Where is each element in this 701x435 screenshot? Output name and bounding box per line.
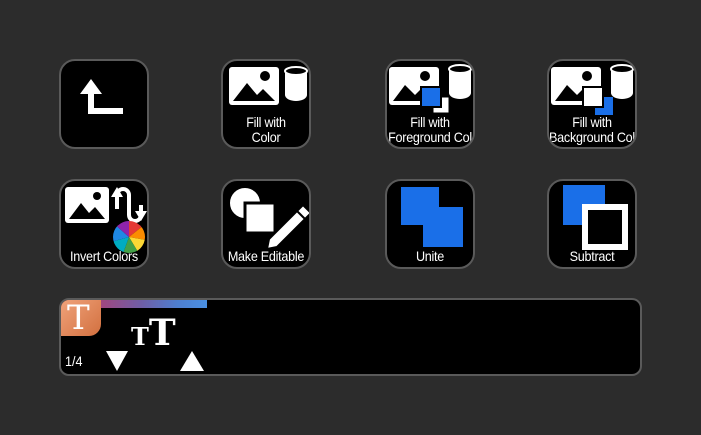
page-indicator: 1/4	[65, 353, 83, 369]
font-size-control-strip[interactable]: T 1/4 TT	[59, 298, 642, 376]
return-arrow-icon	[80, 79, 123, 114]
fill-with-foreground-color-label: Fill with Foreground Col	[388, 114, 472, 145]
fill-with-foreground-color-button[interactable]: Fill with Foreground Col	[385, 59, 475, 149]
font-size-icon: TT	[131, 312, 176, 354]
fill-with-color-button[interactable]: Fill with Color	[221, 59, 311, 149]
make-editable-label: Make Editable	[227, 248, 305, 264]
fill-with-background-color-label: Fill with Background Col	[549, 114, 635, 145]
font-icon[interactable]: T	[61, 300, 101, 336]
unite-button[interactable]: Unite	[385, 179, 475, 269]
invert-colors-label: Invert Colors	[70, 248, 138, 264]
unite-label: Unite	[415, 248, 445, 264]
back-button[interactable]	[59, 59, 149, 149]
make-editable-button[interactable]: Make Editable	[221, 179, 311, 269]
invert-colors-button[interactable]: Invert Colors	[59, 179, 149, 269]
decrease-triangle-icon[interactable]	[105, 350, 129, 372]
fill-with-color-label: Fill with Color	[246, 114, 286, 145]
subtract-label: Subtract	[569, 248, 615, 264]
fill-with-background-color-button[interactable]: Fill with Background Col	[547, 59, 637, 149]
subtract-button[interactable]: Subtract	[547, 179, 637, 269]
increase-triangle-icon[interactable]	[179, 350, 205, 372]
